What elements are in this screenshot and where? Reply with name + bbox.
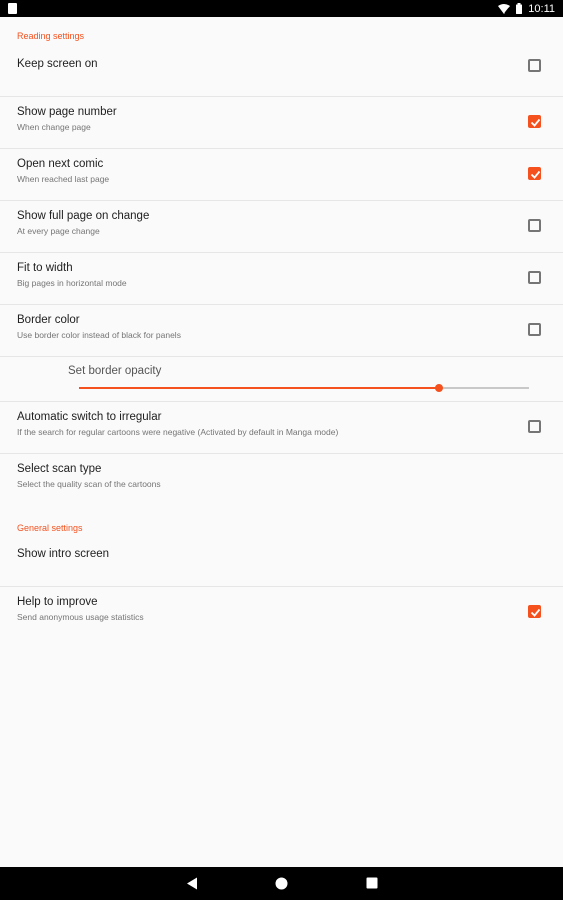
checkmark-icon [530,118,541,127]
auto-irregular-checkbox[interactable] [528,420,541,433]
show-page-number-checkbox[interactable] [528,115,541,128]
pref-border-opacity: Set border opacity [0,357,563,402]
pref-summary: When change page [17,122,91,132]
pref-title: Help to improve [17,596,98,608]
pref-fit-to-width[interactable]: Fit to width Big pages in horizontal mod… [0,253,563,305]
pref-title: Show intro screen [17,548,110,560]
border-opacity-title: Set border opacity [68,365,162,377]
slider-thumb[interactable] [435,384,443,392]
status-bar: 10:11 [0,0,563,17]
pref-title: Automatic switch to irregular [17,411,162,423]
pref-show-page-number[interactable]: Show page number When change page [0,97,563,149]
wifi-icon [498,3,511,14]
navigation-bar [0,867,563,900]
reading-settings-header: Reading settings [17,31,85,41]
help-to-improve-checkbox[interactable] [528,605,541,618]
pref-border-color[interactable]: Border color Use border color instead of… [0,305,563,357]
pref-title: Border color [17,314,80,326]
pref-summary: At every page change [17,226,100,236]
pref-summary: Send anonymous usage statistics [17,612,144,622]
notification-icon [8,3,17,14]
pref-title: Show page number [17,106,117,118]
checkmark-icon [530,608,541,617]
pref-open-next-comic[interactable]: Open next comic When reached last page [0,149,563,201]
border-opacity-slider[interactable] [79,384,529,392]
pref-summary: If the search for regular cartoons were … [17,427,339,437]
pref-title: Open next comic [17,158,104,170]
pref-title: Keep screen on [17,58,98,70]
pref-title: Select scan type [17,463,102,475]
pref-title: Show full page on change [17,210,150,222]
pref-show-full-page[interactable]: Show full page on change At every page c… [0,201,563,253]
status-icons: 10:11 [498,0,555,17]
pref-summary: Use border color instead of black for pa… [17,330,181,340]
battery-icon [516,3,523,14]
border-color-checkbox[interactable] [528,323,541,336]
recents-icon[interactable] [366,877,378,889]
pref-show-intro-screen[interactable]: Show intro screen [0,543,563,587]
show-full-page-checkbox[interactable] [528,219,541,232]
pref-summary: When reached last page [17,174,110,184]
settings-list: Reading settings Keep screen on Show pag… [0,17,563,867]
status-time: 10:11 [528,2,555,15]
keep-screen-on-checkbox[interactable] [528,59,541,72]
pref-select-scan-type[interactable]: Select scan type Select the quality scan… [0,454,563,506]
back-icon[interactable] [186,877,198,890]
pref-summary: Select the quality scan of the cartoons [17,479,161,489]
pref-auto-irregular[interactable]: Automatic switch to irregular If the sea… [0,402,563,454]
open-next-comic-checkbox[interactable] [528,167,541,180]
pref-summary: Big pages in horizontal mode [17,278,127,288]
home-icon[interactable] [275,877,288,890]
pref-help-to-improve[interactable]: Help to improve Send anonymous usage sta… [0,587,563,639]
slider-fill [79,387,439,389]
general-settings-header: General settings [17,523,83,533]
pref-title: Fit to width [17,262,73,274]
pref-keep-screen-on[interactable]: Keep screen on [0,53,563,97]
fit-to-width-checkbox[interactable] [528,271,541,284]
checkmark-icon [530,170,541,179]
